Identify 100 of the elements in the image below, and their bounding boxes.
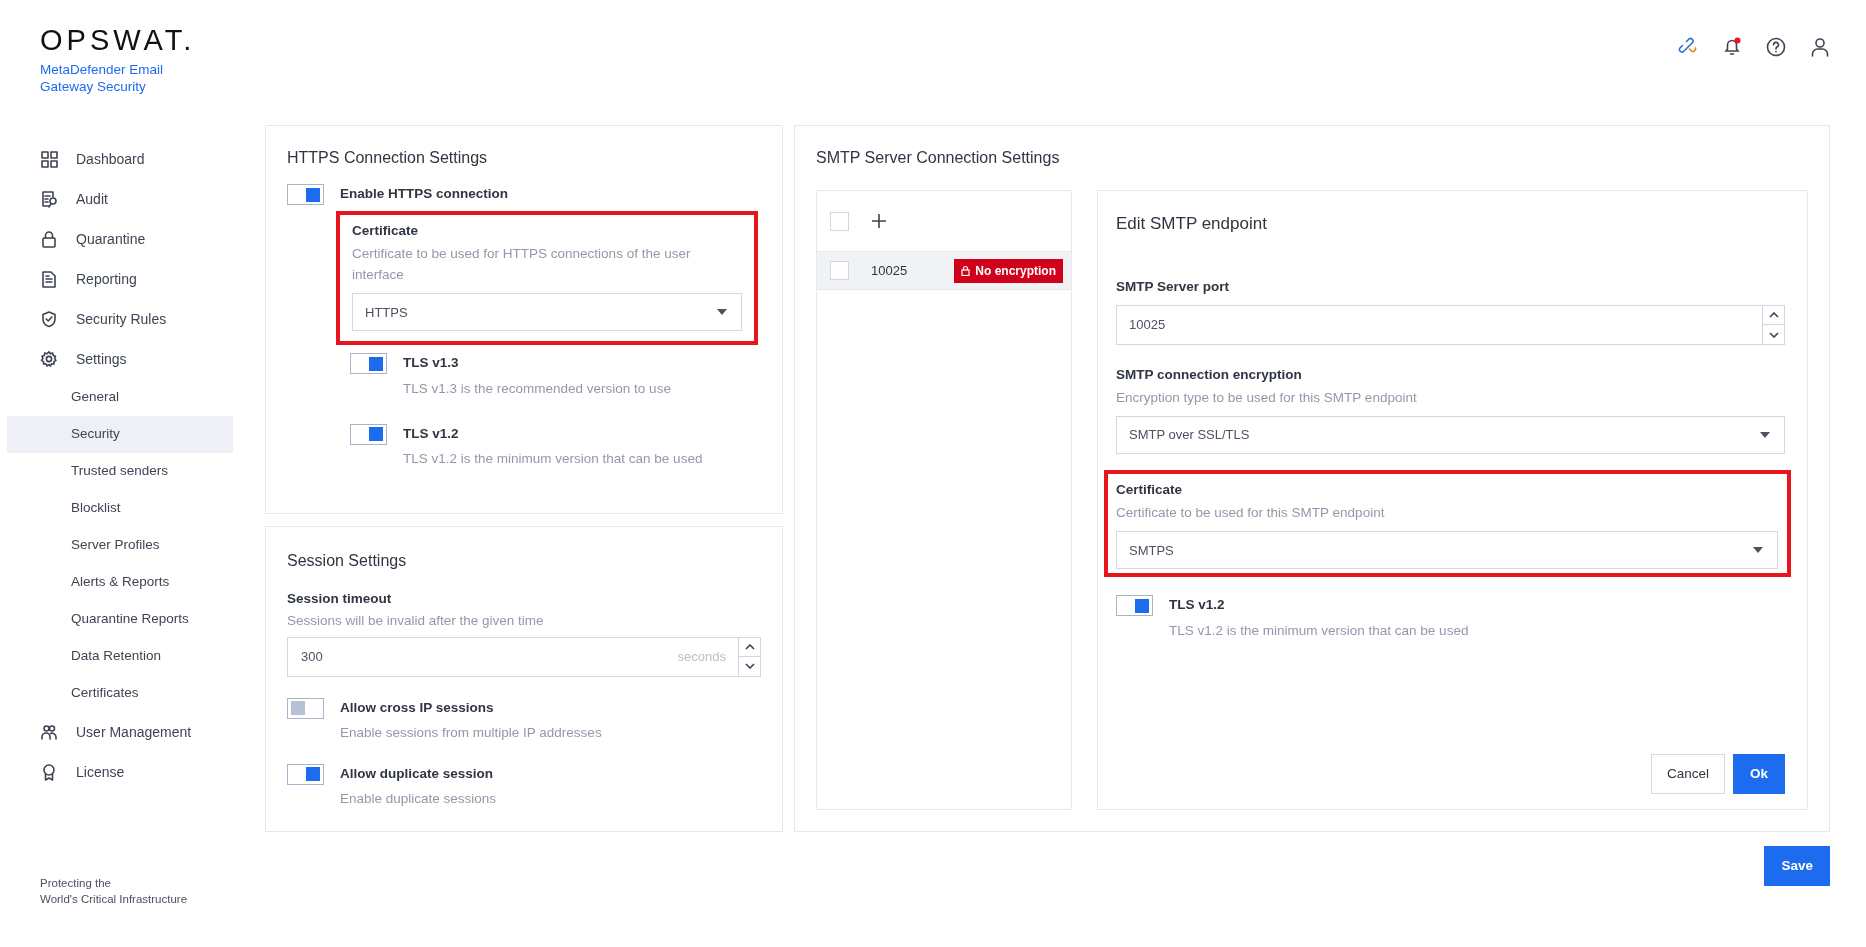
toggle-switch[interactable] xyxy=(1116,595,1153,617)
sidebar-item[interactable]: License xyxy=(0,752,233,792)
sidebar-item[interactable]: Settings xyxy=(0,339,233,379)
unit-label: seconds xyxy=(677,647,726,666)
status-tag: No encryption xyxy=(954,258,1063,283)
port-number: 10025 xyxy=(871,261,909,280)
gear-icon xyxy=(40,350,58,368)
sidebar-item[interactable]: Quarantine xyxy=(0,219,233,259)
field-hint: Certificate to be used for HTTPS connections of the user interface xyxy=(352,245,692,285)
toggle-label: Allow cross IP sessions xyxy=(340,698,495,717)
field-hint: Certificate to be used for this SMTP endpoint xyxy=(1116,504,1386,523)
toggle-label: TLS v1.2 xyxy=(1169,596,1226,615)
number-field[interactable]: 300 seconds xyxy=(287,636,761,677)
toggle-label: TLS v1.2 xyxy=(403,424,460,443)
sidebar-label: License xyxy=(76,762,125,782)
dropdown-value: SMTPS xyxy=(1129,541,1174,560)
sidebar-subitem[interactable]: Trusted senders xyxy=(7,453,233,490)
caret-icon xyxy=(717,309,727,316)
tagline: Protecting the xyxy=(40,876,112,891)
endpoint-row[interactable]: 10025 No encryption xyxy=(817,252,1071,290)
field-label: SMTP connection encryption xyxy=(1116,365,1303,384)
checkbox[interactable] xyxy=(830,261,849,280)
number-field[interactable]: 10025 xyxy=(1116,304,1785,345)
toggle-switch[interactable] xyxy=(287,184,324,205)
sidebar-label: Reporting xyxy=(76,269,137,289)
sidebar-label: Settings xyxy=(76,349,127,369)
field-label: Session timeout xyxy=(287,590,393,609)
sidebar-subitem[interactable]: Security xyxy=(7,416,233,453)
field-hint: Encryption type to be used for this SMTP endpoint xyxy=(1116,389,1418,407)
sidebar-item[interactable]: Audit xyxy=(0,179,233,219)
bell-icon[interactable] xyxy=(1722,36,1742,57)
checkbox[interactable] xyxy=(830,211,849,231)
field-value: 10025 xyxy=(1128,316,1167,334)
sidebar-label: Quarantine xyxy=(76,229,146,249)
sidebar-subitem[interactable]: General xyxy=(7,379,233,416)
sidebar-label: User Management xyxy=(76,722,192,742)
panel-title: HTTPS Connection Settings xyxy=(287,148,489,168)
toggle-switch[interactable] xyxy=(287,763,324,785)
sidebar-item[interactable]: User Management xyxy=(0,712,233,752)
sidebar-item[interactable]: Security Rules xyxy=(0,299,233,339)
toggle-hint: Enable sessions from multiple IP addresses xyxy=(340,723,602,742)
shield-check-icon xyxy=(40,310,58,328)
caret-icon xyxy=(1753,547,1763,554)
logo: OPSWAT. xyxy=(40,26,197,55)
lock-icon xyxy=(40,230,58,248)
chevron-down-icon xyxy=(744,663,755,670)
document-search-icon xyxy=(40,190,58,208)
toggle-label: Allow duplicate session xyxy=(340,764,495,783)
toggle-switch[interactable] xyxy=(350,423,387,445)
sidebar-subitem[interactable]: Blocklist xyxy=(7,490,233,527)
chevron-down-icon xyxy=(1768,331,1779,338)
sidebar-label: Audit xyxy=(76,189,108,209)
sidebar-subitem[interactable]: Quarantine Reports xyxy=(7,601,233,638)
product-name: MetaDefender Email xyxy=(40,61,165,78)
toggle-label: Enable HTTPS connection xyxy=(340,185,509,203)
document-icon xyxy=(40,270,58,288)
dropdown[interactable]: SMTP over SSL/TLS xyxy=(1116,416,1785,454)
help-icon[interactable] xyxy=(1766,36,1786,57)
field-label: Certificate xyxy=(352,222,420,240)
toggle-hint: TLS v1.3 is the recommended version to use xyxy=(403,379,671,398)
toggle-label: TLS v1.3 xyxy=(403,354,460,373)
dropdown-value: HTTPS xyxy=(365,303,408,322)
field-value: 300 xyxy=(300,647,324,666)
plus-icon[interactable] xyxy=(871,213,887,229)
chevron-up-icon xyxy=(744,643,755,650)
stepper[interactable] xyxy=(738,637,760,676)
dashboard-icon xyxy=(40,150,58,168)
toggle-switch[interactable] xyxy=(350,353,387,375)
stepper[interactable] xyxy=(1762,305,1784,344)
chevron-up-icon xyxy=(1768,312,1779,318)
caret-icon xyxy=(1760,432,1770,438)
lock-icon xyxy=(961,265,971,276)
sidebar-subitem[interactable]: Data Retention xyxy=(7,638,233,675)
sidebar-subitem[interactable]: Alerts & Reports xyxy=(7,564,233,601)
dropdown-value: SMTP over SSL/TLS xyxy=(1129,426,1250,445)
dropdown[interactable]: SMTPS xyxy=(1116,531,1778,570)
toggle-hint: TLS v1.2 is the minimum version that can be used xyxy=(1169,621,1469,640)
cancel-button[interactable]: Cancel xyxy=(1650,754,1725,794)
toggle-hint: Enable duplicate sessions xyxy=(340,790,497,808)
panel-title: SMTP Server Connection Settings xyxy=(816,148,1061,168)
toggle-switch[interactable] xyxy=(287,697,324,719)
field-label: SMTP Server port xyxy=(1116,277,1231,296)
sidebar-label: Dashboard xyxy=(76,149,145,169)
sidebar-item[interactable]: Reporting xyxy=(0,259,233,299)
field-label: Certificate xyxy=(1116,481,1184,499)
sidebar-item[interactable]: Dashboard xyxy=(0,139,233,179)
toggle-hint: TLS v1.2 is the minimum version that can be used xyxy=(403,449,703,468)
users-icon xyxy=(40,723,58,741)
field-hint: Sessions will be invalid after the given time xyxy=(287,611,545,630)
sidebar-subitem[interactable]: Server Profiles xyxy=(7,527,233,564)
ok-button[interactable]: Ok xyxy=(1733,754,1785,794)
sidebar-subitem[interactable]: Certificates xyxy=(7,675,233,712)
product-name: Gateway Security xyxy=(40,78,147,95)
award-icon xyxy=(40,763,58,781)
dropdown[interactable]: HTTPS xyxy=(352,293,742,332)
sidebar-label: Security Rules xyxy=(76,309,167,329)
tagline: World's Critical Infrastructure xyxy=(40,892,189,907)
panel-title: Edit SMTP endpoint xyxy=(1116,213,1268,235)
user-icon[interactable] xyxy=(1810,36,1830,57)
save-button[interactable]: Save xyxy=(1764,846,1830,886)
